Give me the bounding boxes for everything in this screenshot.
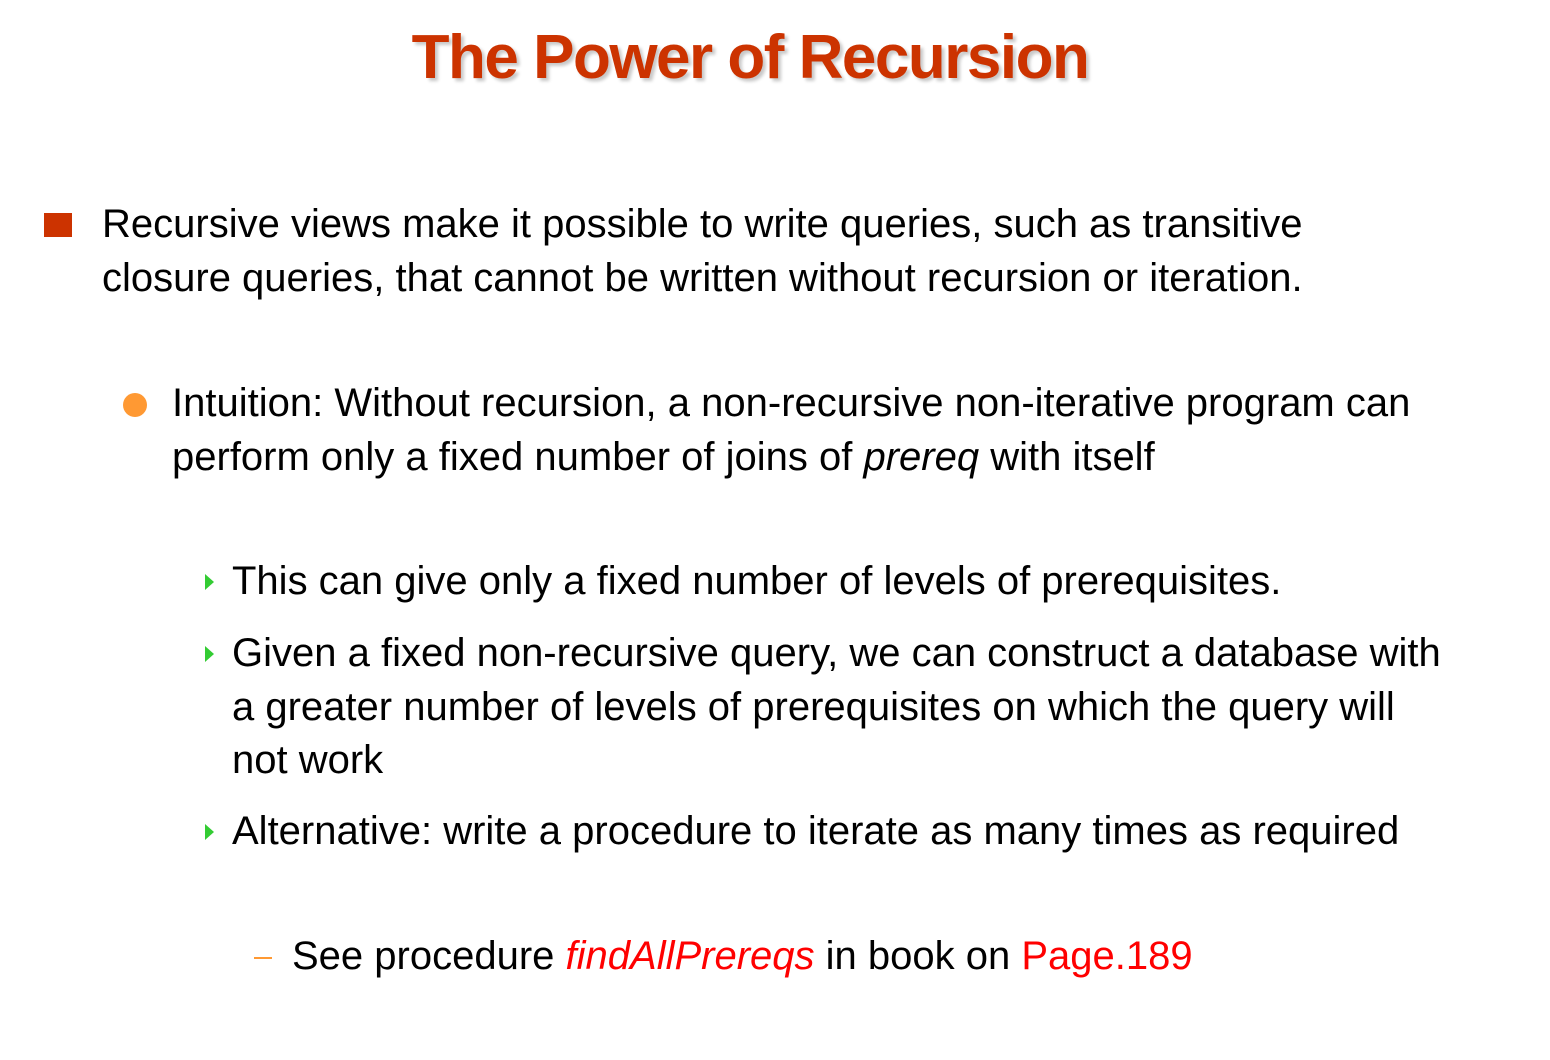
triangle-bullet-icon [205, 646, 214, 662]
dash-bullet-icon [254, 957, 272, 959]
bullet-fixed-levels: This can give only a fixed number of lev… [232, 559, 1282, 603]
square-bullet-icon [44, 213, 72, 237]
in-book-text: in book on [814, 934, 1022, 978]
see-procedure-text: See procedure [292, 934, 566, 978]
page-reference: Page.189 [1021, 934, 1193, 978]
intuition-text-end: with itself [979, 434, 1155, 479]
bullet-alternative: Alternative: write a procedure to iterat… [232, 809, 1400, 853]
bullet-see-procedure: See procedure findAllPrereqs in book on … [292, 930, 1492, 984]
intuition-text: Intuition: Without recursion, a non-recu… [172, 381, 1411, 479]
prereq-emphasis: prereq [863, 434, 980, 479]
slide-title: The Power of Recursion [411, 23, 1090, 92]
triangle-bullet-icon [205, 824, 214, 840]
bullet-fixed-query: Given a fixed non-recursive query, we ca… [232, 631, 1441, 782]
circle-bullet-icon [123, 393, 147, 417]
procedure-name: findAllPrereqs [565, 934, 815, 978]
triangle-bullet-icon [205, 574, 214, 590]
bullet-recursive-views: Recursive views make it possible to writ… [102, 202, 1303, 300]
bullet-intuition: Intuition: Without recursion, a non-recu… [172, 377, 1412, 484]
